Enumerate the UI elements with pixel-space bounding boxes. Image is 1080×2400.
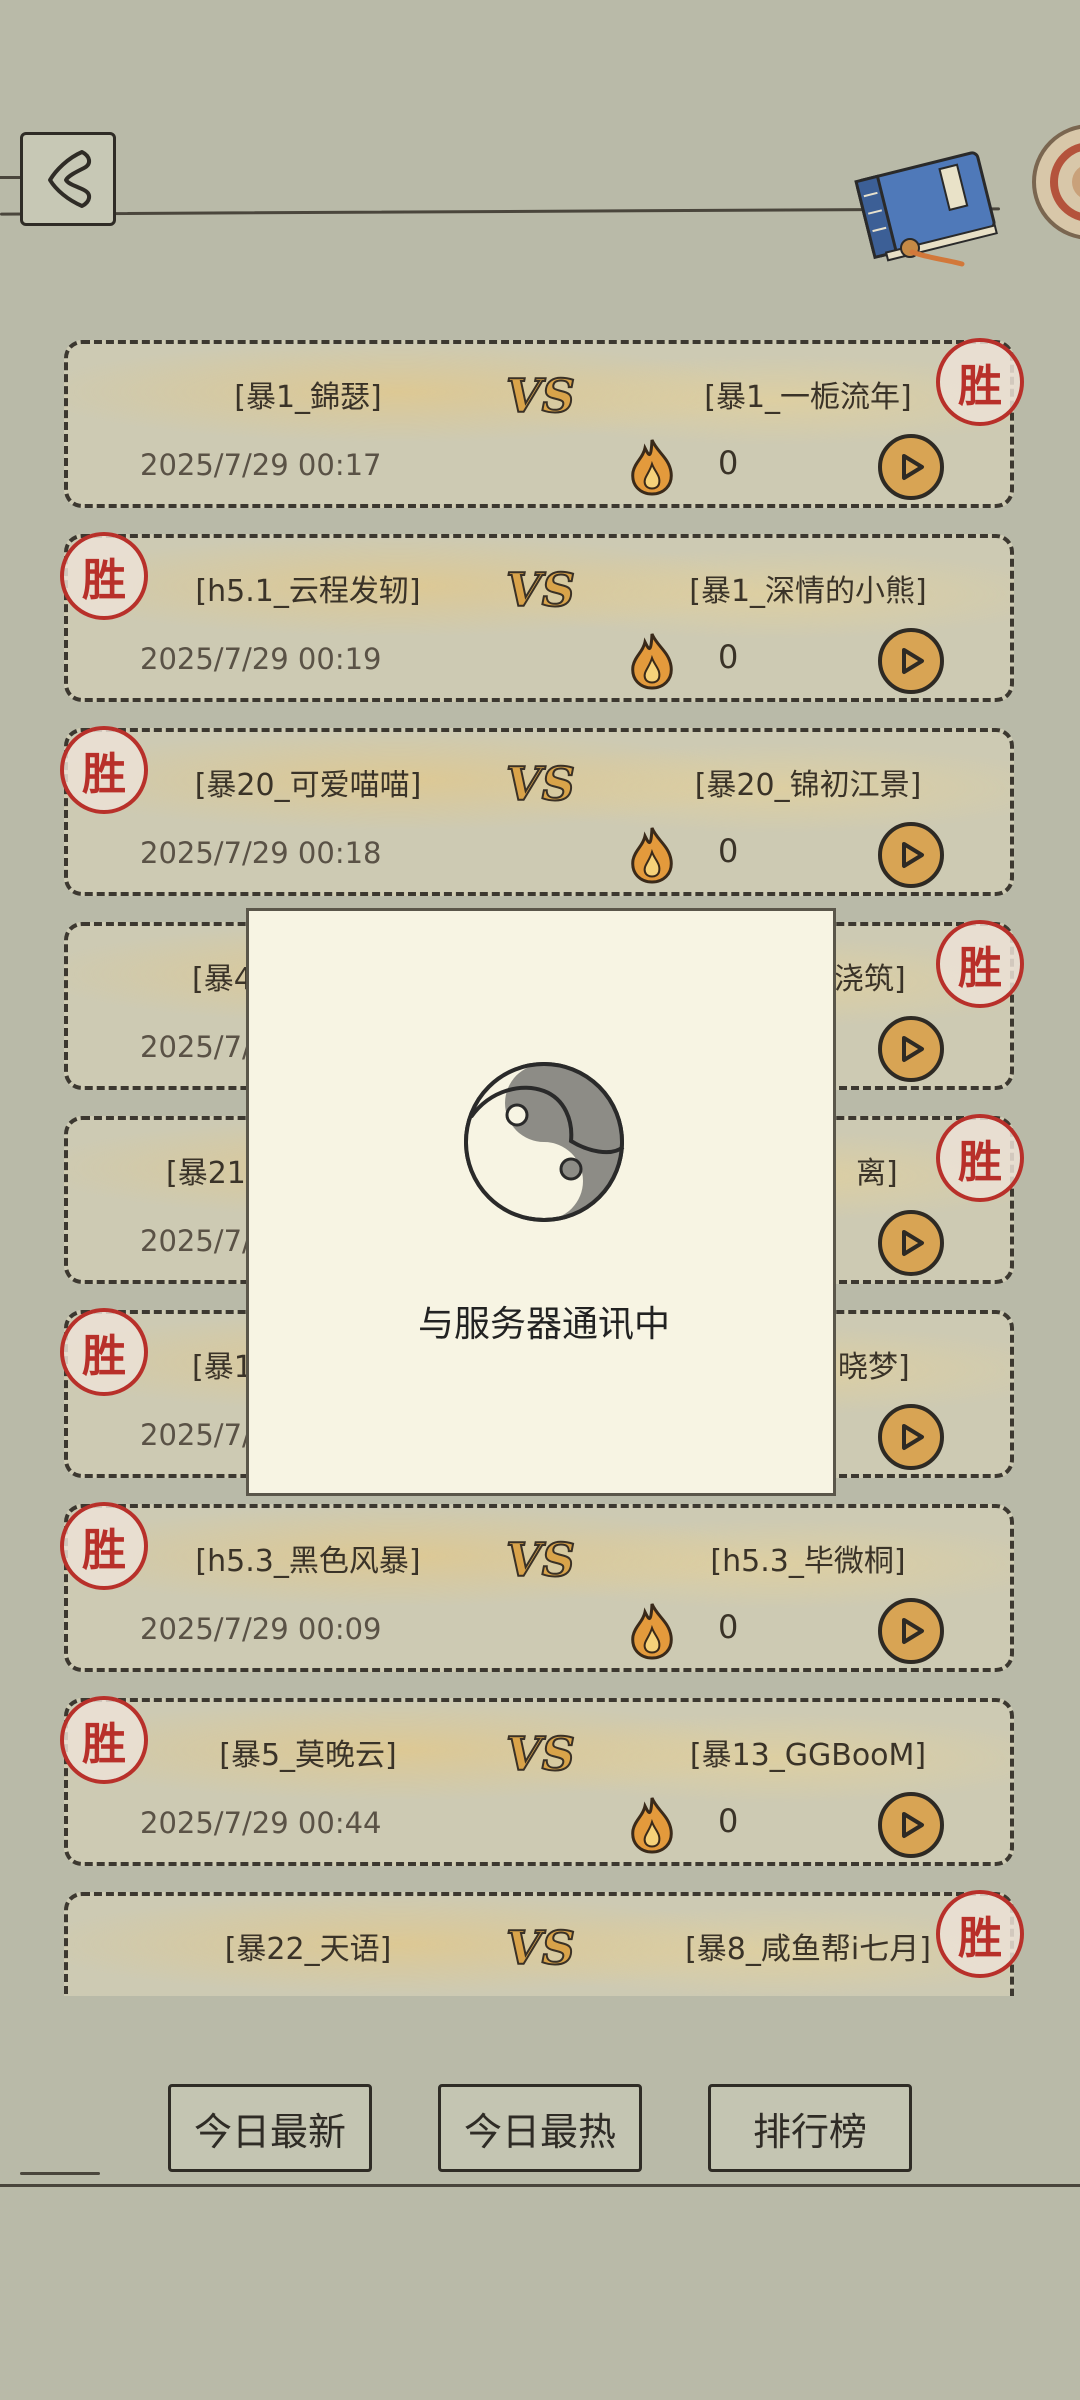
footer-divider-stub (20, 2172, 100, 2175)
right-player: 离] (856, 1156, 898, 1191)
record-card[interactable]: 胜 [暴5_莫晚云] VS [暴13_GGBooM] 2025/7/29 00:… (60, 1696, 1014, 1866)
vs-icon: VS (505, 1726, 576, 1782)
fire-icon (631, 827, 673, 884)
play-button[interactable] (878, 1016, 944, 1082)
record-card[interactable]: 胜 [暴20_可爱喵喵] VS [暴20_锦初江景] 2025/7/29 00:… (60, 726, 1014, 896)
play-button[interactable] (878, 1598, 944, 1664)
yin-yang-icon (464, 1062, 625, 1222)
play-button[interactable] (878, 1404, 944, 1470)
right-player: [暴20_锦初江景] (694, 768, 922, 803)
play-icon (902, 1424, 924, 1450)
fire-icon (631, 439, 673, 496)
left-player: [暴20_可爱喵喵] (194, 768, 422, 803)
play-button[interactable] (878, 434, 944, 500)
heat-count: 0 (718, 638, 739, 676)
play-icon (902, 454, 924, 480)
play-button[interactable] (878, 822, 944, 888)
match-time: 2025/7/29 00:44 (140, 1806, 382, 1840)
play-icon (902, 1230, 924, 1256)
vs-icon: VS (505, 1920, 576, 1976)
left-player: [h5.3_黑色风暴] (195, 1544, 421, 1579)
right-player: 晓梦] (838, 1350, 910, 1385)
heat-count: 0 (718, 832, 739, 870)
match-time: 2025/7/ (140, 1418, 252, 1452)
top-bar (0, 0, 1080, 267)
vs-icon: VS (505, 1532, 576, 1588)
loading-message: 与服务器通讯中 (417, 1304, 670, 1345)
match-time: 2025/7/29 00:17 (140, 448, 382, 482)
fire-icon (631, 1603, 673, 1660)
match-time: 2025/7/29 00:09 (140, 1612, 382, 1646)
right-player: [暴13_GGBooM] (689, 1738, 927, 1773)
fire-icon (631, 633, 673, 690)
match-time: 2025/7/ (140, 1224, 252, 1258)
tab-leaderboard[interactable]: 排行榜 (708, 2084, 912, 2172)
heat-count: 0 (718, 1802, 739, 1840)
vs-icon: VS (505, 756, 576, 812)
right-player: [暴8_咸鱼帮i七月] (685, 1932, 931, 1967)
record-card[interactable]: 胜 [暴22_天语] VS [暴8_咸鱼帮i七月] (64, 1890, 1024, 1996)
win-stamp: 胜 (60, 1308, 148, 1396)
match-time: 2025/7/29 00:18 (140, 836, 382, 870)
ornament-icon (1032, 124, 1080, 240)
right-player: [暴1_深情的小熊] (689, 574, 927, 609)
match-time: 2025/7/ (140, 1030, 252, 1064)
scroll-book-icon[interactable] (852, 140, 1012, 270)
header-divider-stub (0, 176, 22, 179)
left-player: [暴5_莫晚云] (219, 1738, 397, 1773)
svg-text:VS: VS (506, 369, 575, 423)
play-icon (902, 1812, 924, 1838)
vs-icon: VS (505, 562, 576, 618)
left-player: [暴22_天语] (224, 1932, 392, 1967)
left-player: [h5.1_云程发轫] (195, 574, 421, 609)
footer-divider (0, 2184, 1080, 2187)
play-icon (902, 842, 924, 868)
record-card[interactable]: 胜 [暴1_錦瑟] VS [暴1_一栀流年] 2025/7/29 00:17 0 (64, 338, 1024, 508)
right-player: [h5.3_毕微桐] (710, 1544, 906, 1579)
play-icon (902, 1036, 924, 1062)
svg-text:VS: VS (506, 1921, 575, 1975)
heat-count: 0 (718, 444, 739, 482)
svg-text:VS: VS (506, 757, 575, 811)
heat-count: 0 (718, 1608, 739, 1646)
play-button[interactable] (878, 1210, 944, 1276)
right-player: 浇筑] (834, 962, 906, 997)
play-icon (902, 648, 924, 674)
play-button[interactable] (878, 628, 944, 694)
header-divider (0, 207, 1001, 216)
svg-text:VS: VS (506, 1533, 575, 1587)
play-button[interactable] (878, 1792, 944, 1858)
record-card[interactable]: 胜 [h5.1_云程发轫] VS [暴1_深情的小熊] 2025/7/29 00… (60, 532, 1014, 702)
fire-icon (631, 1797, 673, 1854)
svg-text:VS: VS (506, 1727, 575, 1781)
loading-dialog: 与服务器通讯中 (246, 908, 836, 1496)
back-button[interactable] (20, 132, 116, 226)
right-player: [暴1_一栀流年] (704, 380, 912, 415)
play-icon (902, 1618, 924, 1644)
vs-icon: VS (505, 368, 576, 424)
svg-text:VS: VS (506, 563, 575, 617)
tab-today-latest[interactable]: 今日最新 (168, 2084, 372, 2172)
back-chevron-icon (48, 150, 91, 208)
match-time: 2025/7/29 00:19 (140, 642, 382, 676)
left-player: [暴1_錦瑟] (234, 380, 382, 415)
tab-today-hottest[interactable]: 今日最热 (438, 2084, 642, 2172)
record-card[interactable]: 胜 [h5.3_黑色风暴] VS [h5.3_毕微桐] 2025/7/29 00… (60, 1502, 1014, 1672)
